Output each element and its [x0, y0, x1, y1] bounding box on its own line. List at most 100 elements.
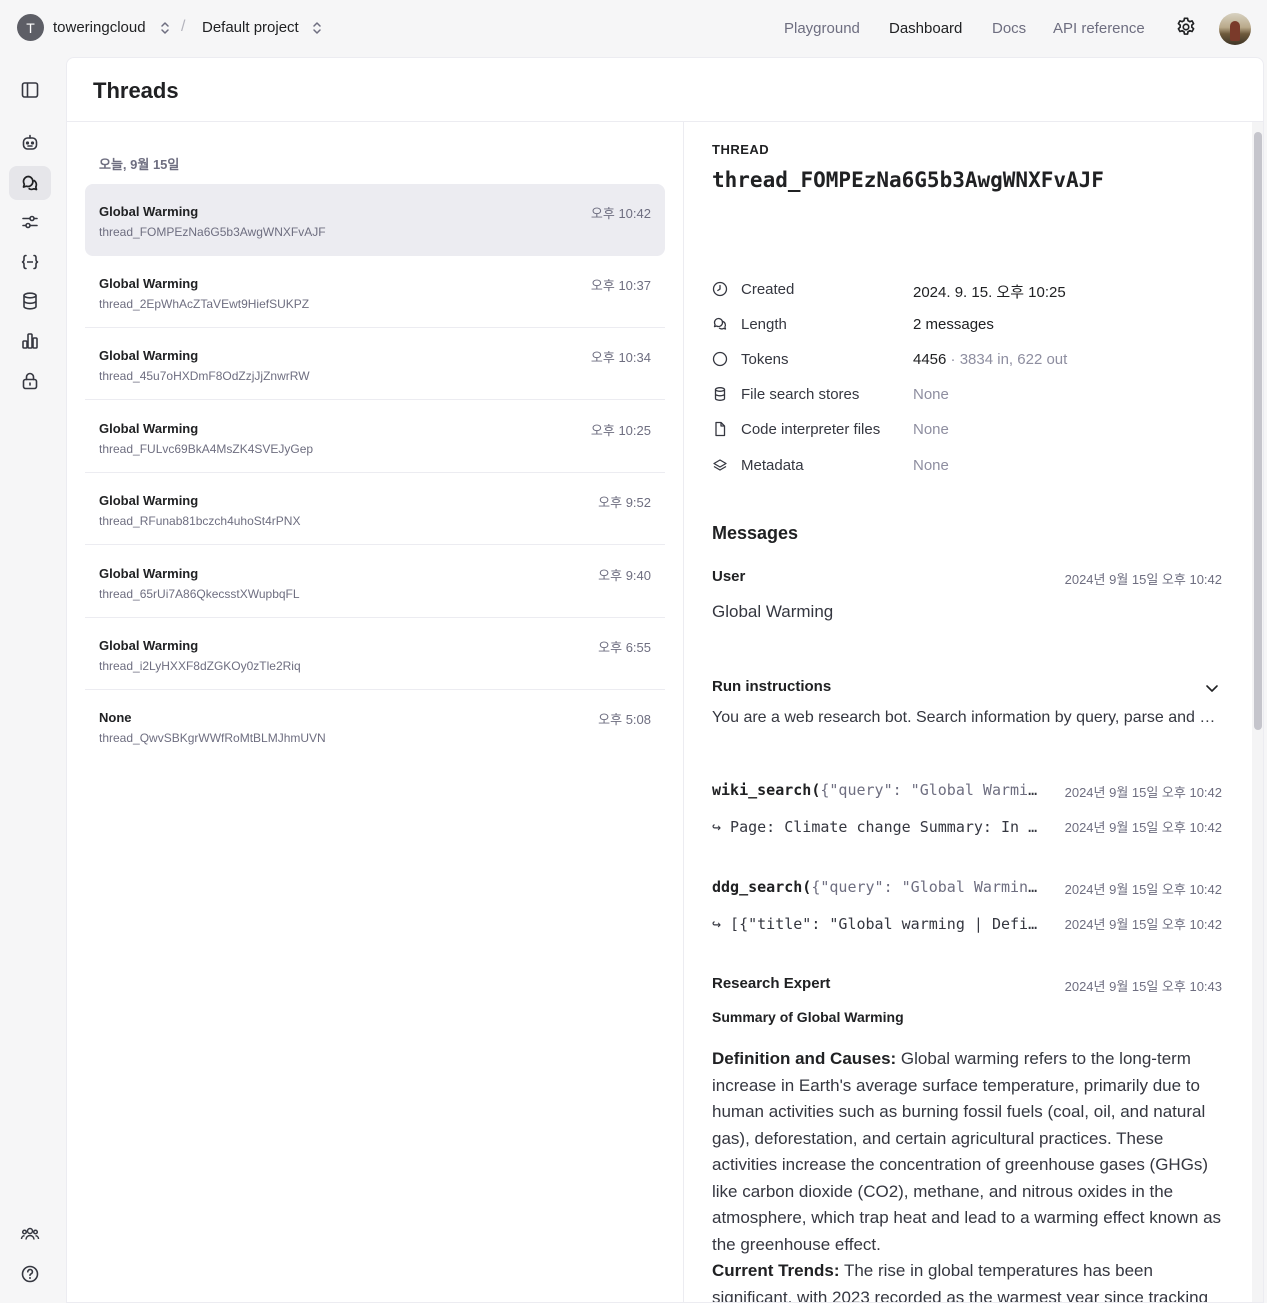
- run-instructions-label[interactable]: Run instructions: [712, 678, 831, 695]
- sidebar-item-team[interactable]: [9, 1217, 51, 1251]
- thread-list-item[interactable]: Global Warming thread_FULvc69BkA4MsZK4SV…: [85, 401, 665, 473]
- tool-call-function: wiki_search(: [712, 781, 821, 799]
- sidebar-item-assistants[interactable]: [9, 126, 51, 160]
- lock-icon: [22, 372, 38, 390]
- nav-docs[interactable]: Docs: [992, 20, 1026, 37]
- prop-code-interpreter-files: Code interpreter files None: [712, 419, 1232, 443]
- database-icon: [23, 292, 37, 310]
- sidebar-toggle-icon: [21, 82, 39, 98]
- curly-braces-icon: [21, 254, 39, 270]
- thread-title: Global Warming: [99, 276, 199, 291]
- gear-icon[interactable]: [1175, 16, 1197, 38]
- tool-call-args: {"query": "Global Warming"}): [811, 878, 1038, 896]
- user-avatar[interactable]: [1219, 13, 1251, 45]
- prop-value: 2024. 9. 15. 오후 10:25: [913, 284, 1066, 301]
- thread-title: Global Warming: [99, 493, 199, 508]
- prop-label: Code interpreter files: [741, 421, 881, 438]
- tokens-breakdown: 3834 in, 622 out: [959, 351, 1068, 368]
- org-avatar[interactable]: T: [17, 14, 44, 41]
- thread-id: thread_65rUi7A86QkecsstXWupbqFL: [99, 587, 300, 601]
- clock-icon: [712, 281, 728, 297]
- thread-id: thread_QwvSBKgrWWfRoMtBLMJhmUVN: [99, 731, 326, 745]
- tool-call[interactable]: wiki_search({"query": "Global Warming"}): [712, 781, 1038, 799]
- help-icon: [21, 1265, 39, 1283]
- thread-list-item[interactable]: Global Warming thread_RFunab81bczch4uhoS…: [85, 473, 665, 545]
- prop-file-search-stores: File search stores None: [712, 384, 1232, 408]
- sidebar-item-fine-tuning[interactable]: [9, 205, 51, 239]
- thread-kicker: THREAD: [712, 142, 770, 157]
- tool-output[interactable]: ↪ [{"title": "Global warming | Definitio…: [712, 915, 1038, 933]
- threads-icon: [22, 175, 38, 191]
- thread-time: 오후 5:08: [598, 712, 651, 727]
- project-selector[interactable]: Default project: [202, 19, 299, 36]
- run-instructions-text: You are a web research bot. Search infor…: [712, 709, 1220, 726]
- sidebar-item-storage[interactable]: [9, 284, 51, 318]
- thread-title: None: [99, 710, 132, 725]
- thread-list-item[interactable]: Global Warming thread_i2LyHXXF8dZGKOy0zT…: [85, 618, 665, 690]
- sidebar-item-usage[interactable]: [9, 324, 51, 358]
- thread-list-item[interactable]: Global Warming thread_FOMPEzNa6G5b3AwgWN…: [85, 184, 665, 256]
- tool-output[interactable]: ↪ Page: Climate change Summary: In commo…: [712, 818, 1038, 836]
- thread-time: 오후 10:34: [590, 350, 651, 365]
- prop-label: File search stores: [741, 386, 860, 403]
- thread-list-item[interactable]: Global Warming thread_2EpWhAcZTaVEwt9Hie…: [85, 256, 665, 328]
- sidebar-item-prompts[interactable]: [9, 245, 51, 279]
- top-bar: T toweringcloud / Default project Playgr…: [0, 0, 1267, 57]
- page-title: Threads: [93, 78, 179, 103]
- message-timestamp: 2024년 9월 15일 오후 10:42: [1064, 785, 1222, 800]
- tool-call-function: ddg_search(: [712, 878, 812, 896]
- message-timestamp: 2024년 9월 15일 오후 10:42: [1064, 820, 1222, 835]
- tokens-total: 4456: [913, 351, 947, 368]
- thread-time: 오후 9:52: [598, 495, 651, 510]
- scrollbar[interactable]: [1252, 122, 1263, 1302]
- nav-playground[interactable]: Playground: [784, 20, 860, 37]
- thread-id: thread_i2LyHXXF8dZGKOy0zTle2Riq: [99, 659, 301, 673]
- paragraph: Definition and Causes: Global warming re…: [712, 1046, 1228, 1258]
- thread-title: Global Warming: [99, 348, 199, 363]
- date-group-header: 오늘, 9월 15일: [99, 157, 180, 172]
- row-divider: [85, 544, 665, 545]
- team-icon: [20, 1227, 40, 1240]
- tool-call[interactable]: ddg_search({"query": "Global Warming"}): [712, 878, 1038, 896]
- chevron-updown-icon[interactable]: [312, 21, 322, 35]
- prop-value: 4456 · 3834 in, 622 out: [913, 351, 1067, 368]
- sidebar-item-threads[interactable]: [9, 166, 51, 200]
- assistants-icon: [22, 134, 38, 150]
- chevron-updown-icon[interactable]: [160, 21, 170, 35]
- org-selector[interactable]: toweringcloud: [53, 19, 146, 36]
- thread-time: 오후 10:37: [590, 278, 651, 293]
- nav-api-reference[interactable]: API reference: [1053, 20, 1145, 37]
- paragraph-label: Definition and Causes:: [712, 1049, 897, 1068]
- paragraph: Current Trends: The rise in global tempe…: [712, 1258, 1228, 1302]
- thread-list-item[interactable]: Global Warming thread_45u7oHXDmF8OdZzjJj…: [85, 328, 665, 400]
- thread-id: thread_FOMPEzNa6G5b3AwgWNXFvAJF: [99, 225, 326, 239]
- sidebar-item-help[interactable]: [9, 1257, 51, 1291]
- stack-icon: [713, 459, 727, 471]
- thread-time: 오후 6:55: [598, 640, 651, 655]
- breadcrumb-separator: /: [181, 18, 186, 35]
- tool-call-args: {"query": "Global Warming"}): [820, 781, 1038, 799]
- sidebar-item-api-keys[interactable]: [9, 364, 51, 398]
- scrollbar-thumb[interactable]: [1254, 132, 1262, 730]
- thread-id: thread_2EpWhAcZTaVEwt9HiefSUKPZ: [99, 297, 310, 311]
- thread-list-item[interactable]: Global Warming thread_65rUi7A86QkecsstXW…: [85, 546, 665, 618]
- main-panel: Threads 오늘, 9월 15일 Global Warming thread…: [66, 57, 1264, 1303]
- thread-id: thread_45u7oHXDmF8OdZzjJjZnwrRW: [99, 369, 310, 383]
- row-divider: [85, 399, 665, 400]
- chevron-down-icon[interactable]: [1204, 680, 1220, 696]
- prop-label: Metadata: [741, 457, 804, 474]
- sidebar-toggle-button[interactable]: [9, 73, 51, 107]
- prop-value: None: [913, 386, 949, 403]
- thread-list-item[interactable]: None thread_QwvSBKgrWWfRoMtBLMJhmUVN 오후 …: [85, 690, 665, 762]
- prop-created: Created 2024. 9. 15. 오후 10:25: [712, 279, 1232, 303]
- thread-title: Global Warming: [99, 421, 199, 436]
- message-text: Global Warming: [712, 602, 834, 621]
- thread-detail-pane: THREAD thread_FOMPEzNa6G5b3AwgWNXFvAJF C…: [684, 122, 1263, 1302]
- prop-metadata: Metadata None: [712, 455, 1232, 479]
- paragraph-label: Current Trends:: [712, 1261, 840, 1280]
- chat-bubbles-icon: [713, 317, 727, 330]
- nav-dashboard[interactable]: Dashboard: [889, 20, 962, 37]
- thread-title: Global Warming: [99, 204, 199, 219]
- message-timestamp: 2024년 9월 15일 오후 10:42: [1064, 917, 1222, 932]
- circle-icon: [712, 351, 728, 367]
